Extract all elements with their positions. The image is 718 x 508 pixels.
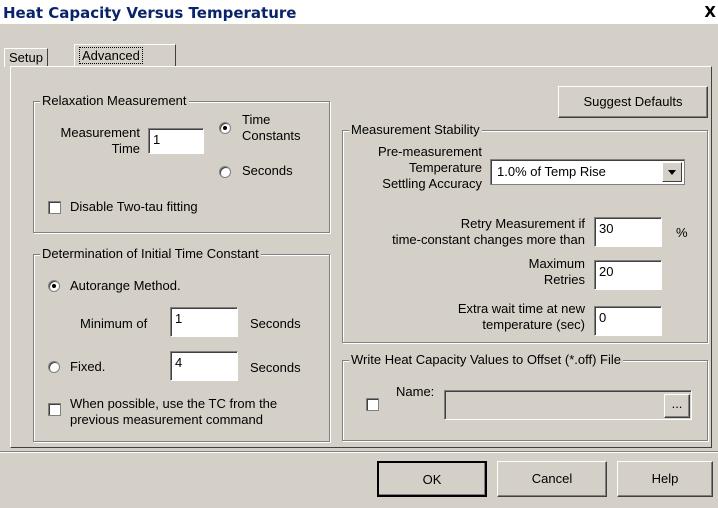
minimum-unit: Seconds	[250, 316, 301, 331]
suggest-defaults-button[interactable]: Suggest Defaults	[558, 86, 708, 118]
window-title: Heat Capacity Versus Temperature	[3, 4, 297, 22]
minimum-label: Minimum of	[80, 316, 148, 331]
fixed-label: Fixed.	[70, 359, 106, 374]
stability-legend: Measurement Stability	[349, 122, 482, 137]
tab-advanced[interactable]: Advanced	[74, 44, 176, 67]
radio-time-constants-label: Time Constants	[242, 112, 301, 143]
fixed-unit: Seconds	[250, 360, 301, 375]
fixed-input[interactable]: 4	[170, 351, 238, 381]
retry-unit: %	[676, 225, 688, 240]
radio-time-constants[interactable]	[219, 122, 231, 134]
offset-file-legend: Write Heat Capacity Values to Offset (*.…	[349, 352, 623, 367]
max-retries-input[interactable]: 20	[594, 260, 662, 290]
relaxation-legend: Relaxation Measurement	[40, 93, 189, 108]
disable-two-tau-checkbox[interactable]	[48, 201, 61, 214]
close-icon[interactable]: X	[704, 3, 716, 21]
retry-input[interactable]: 30	[594, 217, 662, 247]
offset-name-label: Name:	[396, 384, 435, 399]
accuracy-select-value: 1.0% of Temp Rise	[497, 164, 606, 179]
tab-advanced-label: Advanced	[79, 47, 143, 64]
offset-file-checkbox[interactable]	[366, 398, 379, 411]
disable-two-tau-label: Disable Two-tau fitting	[70, 199, 198, 214]
measurement-time-label: Measurement Time	[60, 125, 140, 156]
help-button[interactable]: Help	[617, 461, 713, 497]
premeasure-label: Pre-measurement Temperature Settling Acc…	[377, 144, 482, 191]
radio-fixed[interactable]	[48, 361, 60, 373]
extra-wait-label: Extra wait time at new temperature (sec)	[457, 301, 585, 332]
radio-seconds-label: Seconds	[242, 163, 293, 178]
max-retries-label: Maximum Retries	[528, 256, 585, 287]
extra-wait-input[interactable]: 0	[594, 306, 662, 336]
autorange-label: Autorange Method.	[70, 278, 181, 293]
measurement-time-input[interactable]: 1	[148, 128, 204, 154]
browse-button[interactable]: ...	[664, 394, 690, 418]
bottom-separator	[0, 451, 718, 453]
chevron-down-icon[interactable]	[662, 162, 682, 182]
use-prev-tc-checkbox[interactable]	[48, 403, 61, 416]
tab-setup[interactable]: Setup	[4, 48, 48, 67]
retry-label: Retry Measurement if time-constant chang…	[392, 216, 585, 247]
use-prev-tc-label: When possible, use the TC from the previ…	[70, 396, 278, 427]
accuracy-select[interactable]: 1.0% of Temp Rise	[490, 159, 685, 185]
initial-tc-legend: Determination of Initial Time Constant	[40, 246, 261, 261]
ok-button[interactable]: OK	[377, 461, 487, 497]
cancel-button[interactable]: Cancel	[497, 461, 607, 497]
radio-autorange[interactable]	[48, 280, 60, 292]
minimum-input[interactable]: 1	[170, 307, 238, 337]
radio-seconds[interactable]	[219, 166, 231, 178]
tab-setup-label: Setup	[9, 50, 43, 65]
offset-name-input[interactable]	[444, 390, 692, 420]
